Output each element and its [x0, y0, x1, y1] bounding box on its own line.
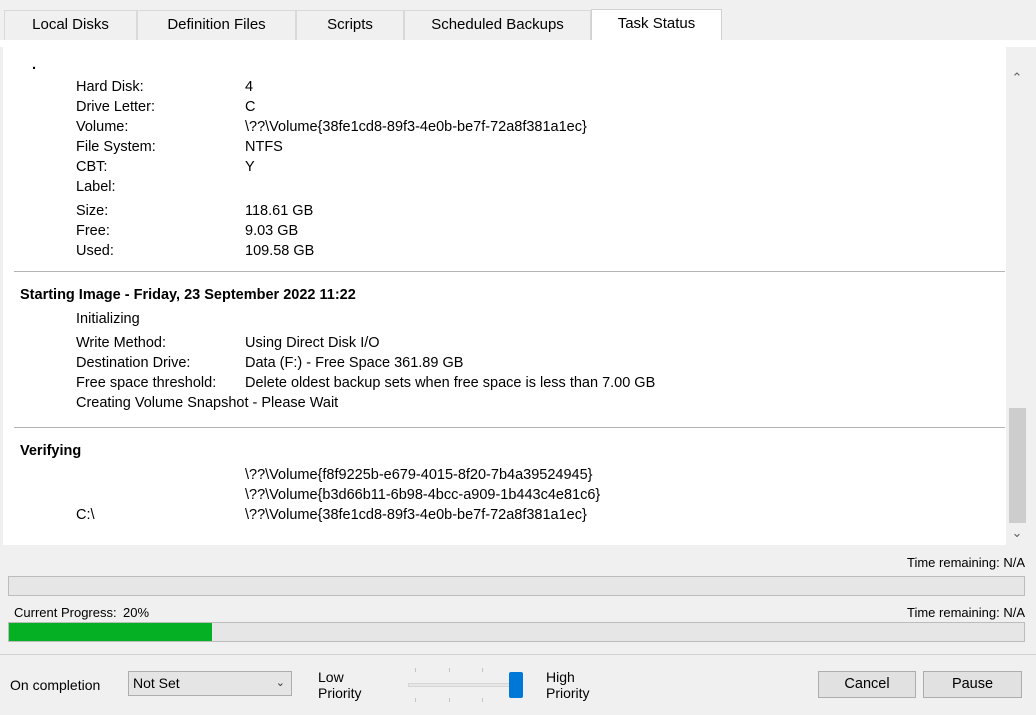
file-system-label: File System:	[76, 139, 156, 155]
high-priority-label: High Priority	[546, 669, 590, 701]
used-value: 109.58 GB	[245, 243, 315, 259]
scrollbar-thumb[interactable]	[1009, 408, 1026, 523]
tab-local-disks[interactable]: Local Disks	[4, 10, 137, 40]
overall-progress-bar	[8, 576, 1025, 596]
free-space-threshold-label: Free space threshold:	[76, 375, 217, 391]
cbt-value: Y	[245, 159, 255, 175]
list-bullet: .	[32, 57, 37, 73]
low-priority-line-2: Priority	[318, 685, 362, 701]
write-method-label: Write Method:	[76, 335, 166, 351]
imaging-header: Starting Image - Friday, 23 September 20…	[20, 287, 356, 303]
hard-disk-value: 4	[245, 79, 254, 95]
destination-drive-value: Data (F:) - Free Space 361.89 GB	[245, 355, 464, 371]
verify-volume: \??\Volume{38fe1cd8-89f3-4e0b-be7f-72a8f…	[245, 507, 587, 523]
overall-time-remaining: Time remaining: N/A	[907, 555, 1025, 570]
verify-volume: \??\Volume{b3d66b11-6b98-4bcc-a909-1b443…	[245, 487, 601, 503]
volume-label: Volume:	[76, 119, 129, 135]
drive-letter-label: Drive Letter:	[76, 99, 155, 115]
cbt-label: CBT:	[76, 159, 108, 175]
current-progress-percent: 20%	[123, 605, 150, 620]
verifying-header: Verifying	[20, 443, 82, 459]
free-label: Free:	[76, 223, 110, 239]
footer-separator	[0, 654, 1036, 655]
snapshot-status: Creating Volume Snapshot - Please Wait	[76, 395, 339, 411]
low-priority-line-1: Low	[318, 669, 344, 685]
on-completion-value: Not Set	[133, 675, 180, 691]
panel-top	[0, 40, 1036, 47]
current-progress-bar	[8, 622, 1025, 642]
priority-slider-track[interactable]	[408, 683, 520, 687]
on-completion-label: On completion	[10, 677, 101, 693]
log-scrollbar[interactable]: ⌃ ⌄	[1006, 67, 1028, 545]
pause-button[interactable]: Pause	[923, 671, 1022, 698]
tab-bar: Local Disks Definition Files Scripts Sch…	[0, 0, 1036, 40]
tab-task-status[interactable]: Task Status	[591, 9, 722, 40]
section-divider	[14, 427, 1005, 428]
current-progress-label: Current Progress:	[14, 605, 117, 620]
volume-value: \??\Volume{38fe1cd8-89f3-4e0b-be7f-72a8f…	[245, 119, 587, 135]
used-label: Used:	[76, 243, 114, 259]
size-value: 118.61 GB	[245, 203, 314, 219]
on-completion-select[interactable]: Not Set ⌄	[128, 671, 292, 696]
section-divider	[14, 271, 1005, 272]
disk-label-label: Label:	[76, 179, 116, 195]
free-value: 9.03 GB	[245, 223, 299, 239]
tab-scripts[interactable]: Scripts	[296, 10, 404, 40]
drive-letter-value: C	[245, 99, 256, 115]
tab-definition-files[interactable]: Definition Files	[137, 10, 296, 40]
priority-slider-thumb[interactable]	[509, 672, 523, 698]
size-label: Size:	[76, 203, 109, 219]
low-priority-label: Low Priority	[318, 669, 362, 701]
chevron-down-icon[interactable]: ⌄	[1006, 522, 1028, 544]
current-progress-fill	[9, 623, 212, 641]
verify-volume: \??\Volume{f8f9225b-e679-4015-8f20-7b4a3…	[245, 467, 593, 483]
chevron-down-icon: ⌄	[275, 677, 285, 689]
free-space-threshold-value: Delete oldest backup sets when free spac…	[245, 375, 656, 391]
current-time-remaining: Time remaining: N/A	[907, 605, 1025, 620]
high-priority-line-1: High	[546, 669, 575, 685]
write-method-value: Using Direct Disk I/O	[245, 335, 380, 351]
verify-drive: C:\	[76, 507, 95, 523]
high-priority-line-2: Priority	[546, 685, 590, 701]
chevron-up-icon[interactable]: ⌃	[1006, 67, 1028, 89]
imaging-status: Initializing	[76, 311, 140, 327]
cancel-button[interactable]: Cancel	[818, 671, 916, 698]
tab-scheduled-backups[interactable]: Scheduled Backups	[404, 10, 591, 40]
destination-drive-label: Destination Drive:	[76, 355, 191, 371]
file-system-value: NTFS	[245, 139, 283, 155]
hard-disk-label: Hard Disk:	[76, 79, 144, 95]
task-log: . Hard Disk: 4 Drive Letter: C Volume: \…	[3, 47, 1006, 545]
